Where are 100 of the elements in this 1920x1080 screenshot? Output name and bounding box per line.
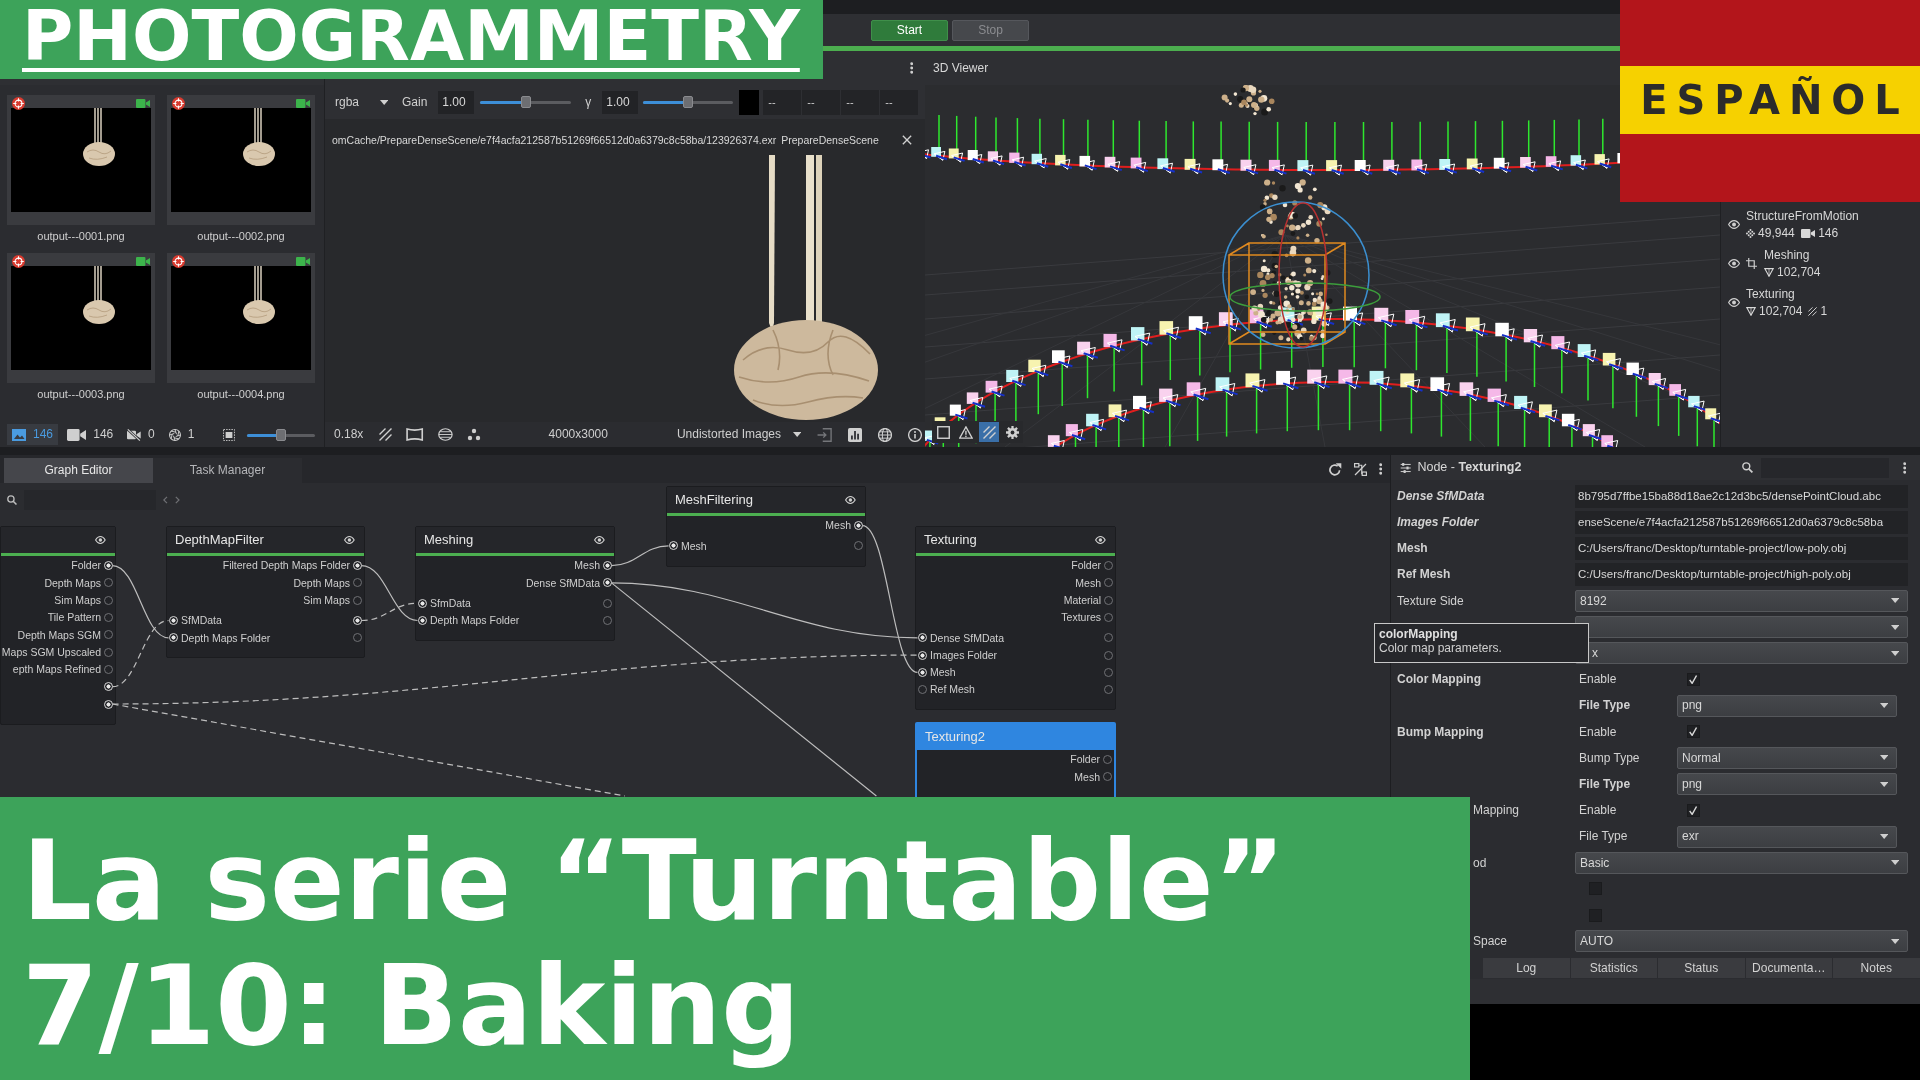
- dropdown[interactable]: AUTO: [1575, 930, 1908, 953]
- points-icon[interactable]: [466, 428, 481, 441]
- visibility-icon[interactable]: [845, 496, 856, 504]
- more-icon[interactable]: [1902, 461, 1906, 474]
- thumbnail-size-slider[interactable]: [247, 428, 315, 441]
- text-field[interactable]: C:/Users/franc/Desktop/turntable-project/high-poly.obj: [1575, 563, 1908, 587]
- visibility-icon[interactable]: [1728, 298, 1741, 307]
- port-label: Depth Maps Folder: [430, 614, 520, 627]
- graph-node[interactable]: Meshing Mesh Dense SfMData SfmData Depth Maps Folder: [415, 526, 615, 642]
- dropdown[interactable]: png: [1677, 694, 1897, 717]
- language-label: ESPAÑOL: [1639, 78, 1909, 122]
- dropdown[interactable]: exr: [1677, 825, 1897, 848]
- exit-icon[interactable]: [816, 427, 832, 442]
- gamma-slider[interactable]: [643, 96, 734, 108]
- close-icon[interactable]: [902, 135, 912, 145]
- file-name: output---0001.png: [37, 230, 125, 244]
- dropdown[interactable]: x: [1575, 642, 1908, 665]
- stat-value: 146: [1818, 226, 1839, 241]
- port-label: Folder: [71, 559, 101, 572]
- visibility-icon[interactable]: [594, 536, 605, 544]
- visibility-icon[interactable]: [1728, 259, 1741, 268]
- port-label: Tile Pattern: [47, 611, 101, 624]
- node-title: Texturing: [924, 532, 977, 548]
- more-icon[interactable]: [1378, 463, 1382, 475]
- dropdown[interactable]: 8192: [1575, 589, 1908, 612]
- filter-button[interactable]: 1: [163, 424, 200, 445]
- dropdown[interactable]: Normal: [1677, 746, 1897, 769]
- visibility-icon[interactable]: [344, 536, 355, 544]
- panel-title: 3D Viewer: [933, 60, 989, 76]
- port-label: Mesh: [574, 559, 600, 572]
- text-field[interactable]: C:/Users/franc/Desktop/turntable-project/low-poly.obj: [1575, 536, 1908, 560]
- graph-node[interactable]: DepthMapFilter Filtered Depth Maps Folder Depth Maps Sim Maps SfMData Depth Maps Folder: [166, 526, 365, 659]
- refresh-icon[interactable]: [1328, 462, 1342, 476]
- slider-thumb[interactable]: [683, 96, 694, 108]
- bar-chart-icon[interactable]: [847, 427, 862, 442]
- start-button[interactable]: Start: [871, 19, 948, 41]
- panel-tab[interactable]: Graph Editor: [4, 458, 153, 483]
- checkbox[interactable]: [1687, 672, 1700, 686]
- info-icon[interactable]: [907, 427, 922, 442]
- port-label: Mesh: [825, 519, 851, 532]
- aperture-icon: [172, 97, 185, 110]
- square-icon: [936, 425, 950, 439]
- triangle-icon: [1764, 267, 1775, 277]
- visibility-icon[interactable]: [95, 536, 106, 544]
- param-label: Dense SfMData: [1397, 488, 1485, 504]
- visibility-icon[interactable]: [1095, 536, 1106, 544]
- image-thumbnail[interactable]: [7, 95, 155, 225]
- graph-node[interactable]: Folder Depth Maps Sim Maps Tile Pattern Depth Maps SGM Maps SGM Upscaled epth Maps Refined: [0, 526, 116, 725]
- image-icon: [12, 428, 26, 441]
- filter-button[interactable]: 146: [7, 424, 59, 445]
- graph-node[interactable]: MeshFiltering Mesh Mesh: [666, 486, 866, 567]
- checkbox[interactable]: [1687, 725, 1700, 739]
- node-title: Meshing: [424, 532, 474, 548]
- panel-tab[interactable]: Log: [1482, 958, 1570, 978]
- panel-tab[interactable]: Notes: [1832, 958, 1920, 978]
- graph-node[interactable]: Texturing Folder Mesh Material Textures Dense SfMData Images Folder Mesh Ref Mesh: [915, 526, 1116, 711]
- slider-thumb[interactable]: [520, 96, 531, 108]
- zoom-label: 0.18x: [334, 427, 364, 442]
- unlink-icon[interactable]: [1353, 462, 1367, 476]
- aperture-icon: [168, 428, 181, 441]
- previous-icon[interactable]: [163, 496, 168, 504]
- caret-icon: [1879, 755, 1888, 761]
- dropdown[interactable]: png: [1677, 773, 1897, 796]
- gain-slider[interactable]: [480, 96, 572, 108]
- port-label: Folder: [1070, 753, 1100, 766]
- camera-icon: [135, 99, 150, 108]
- globe-icon[interactable]: [877, 427, 892, 442]
- filter-button[interactable]: 146: [62, 424, 119, 445]
- visibility-icon[interactable]: [1728, 220, 1741, 229]
- filter-button[interactable]: 0: [122, 424, 160, 445]
- dropdown[interactable]: Basic: [1575, 851, 1908, 874]
- param-label: Images Folder: [1397, 515, 1479, 530]
- panel-tab[interactable]: Statistics: [1569, 958, 1657, 978]
- panel-tab[interactable]: Task Manager: [153, 458, 302, 483]
- gamma-field[interactable]: 1.00: [602, 90, 639, 114]
- camera-icon: [67, 428, 87, 441]
- checkbox[interactable]: [1687, 803, 1700, 817]
- port-label: Depth Maps: [44, 576, 101, 590]
- hatch-icon: [982, 425, 996, 439]
- color-swatch-icon: [739, 89, 760, 115]
- gain-field[interactable]: 1.00: [438, 90, 475, 114]
- channel-dropdown[interactable]: rgba: [330, 91, 392, 113]
- media-name: Meshing: [1764, 247, 1810, 262]
- image-thumbnail[interactable]: [7, 253, 155, 384]
- panel-tab[interactable]: Documenta…: [1744, 958, 1832, 978]
- camera-icon: [295, 99, 310, 108]
- source-dropdown[interactable]: Undistorted Images: [671, 423, 805, 446]
- frame-icon[interactable]: [406, 428, 424, 441]
- next-icon[interactable]: [174, 496, 180, 504]
- sphere-icon[interactable]: [437, 428, 453, 441]
- more-icon[interactable]: [909, 62, 913, 74]
- param-label: File Type: [1579, 829, 1628, 844]
- text-field[interactable]: 8b795d7ffbe15ba88d18ae2c12d3bc5/densePointCloud.abc: [1575, 484, 1908, 508]
- text-field[interactable]: enseScene/e7f4acfa212587b51269f66512d0a6379c8c58ba: [1575, 510, 1908, 534]
- panel-tab[interactable]: Status: [1657, 958, 1745, 978]
- hatch-icon[interactable]: [379, 428, 393, 441]
- image-thumbnail[interactable]: [167, 95, 315, 225]
- settings-icon: [1005, 425, 1019, 439]
- slider-thumb[interactable]: [276, 428, 286, 441]
- image-thumbnail[interactable]: [167, 253, 315, 384]
